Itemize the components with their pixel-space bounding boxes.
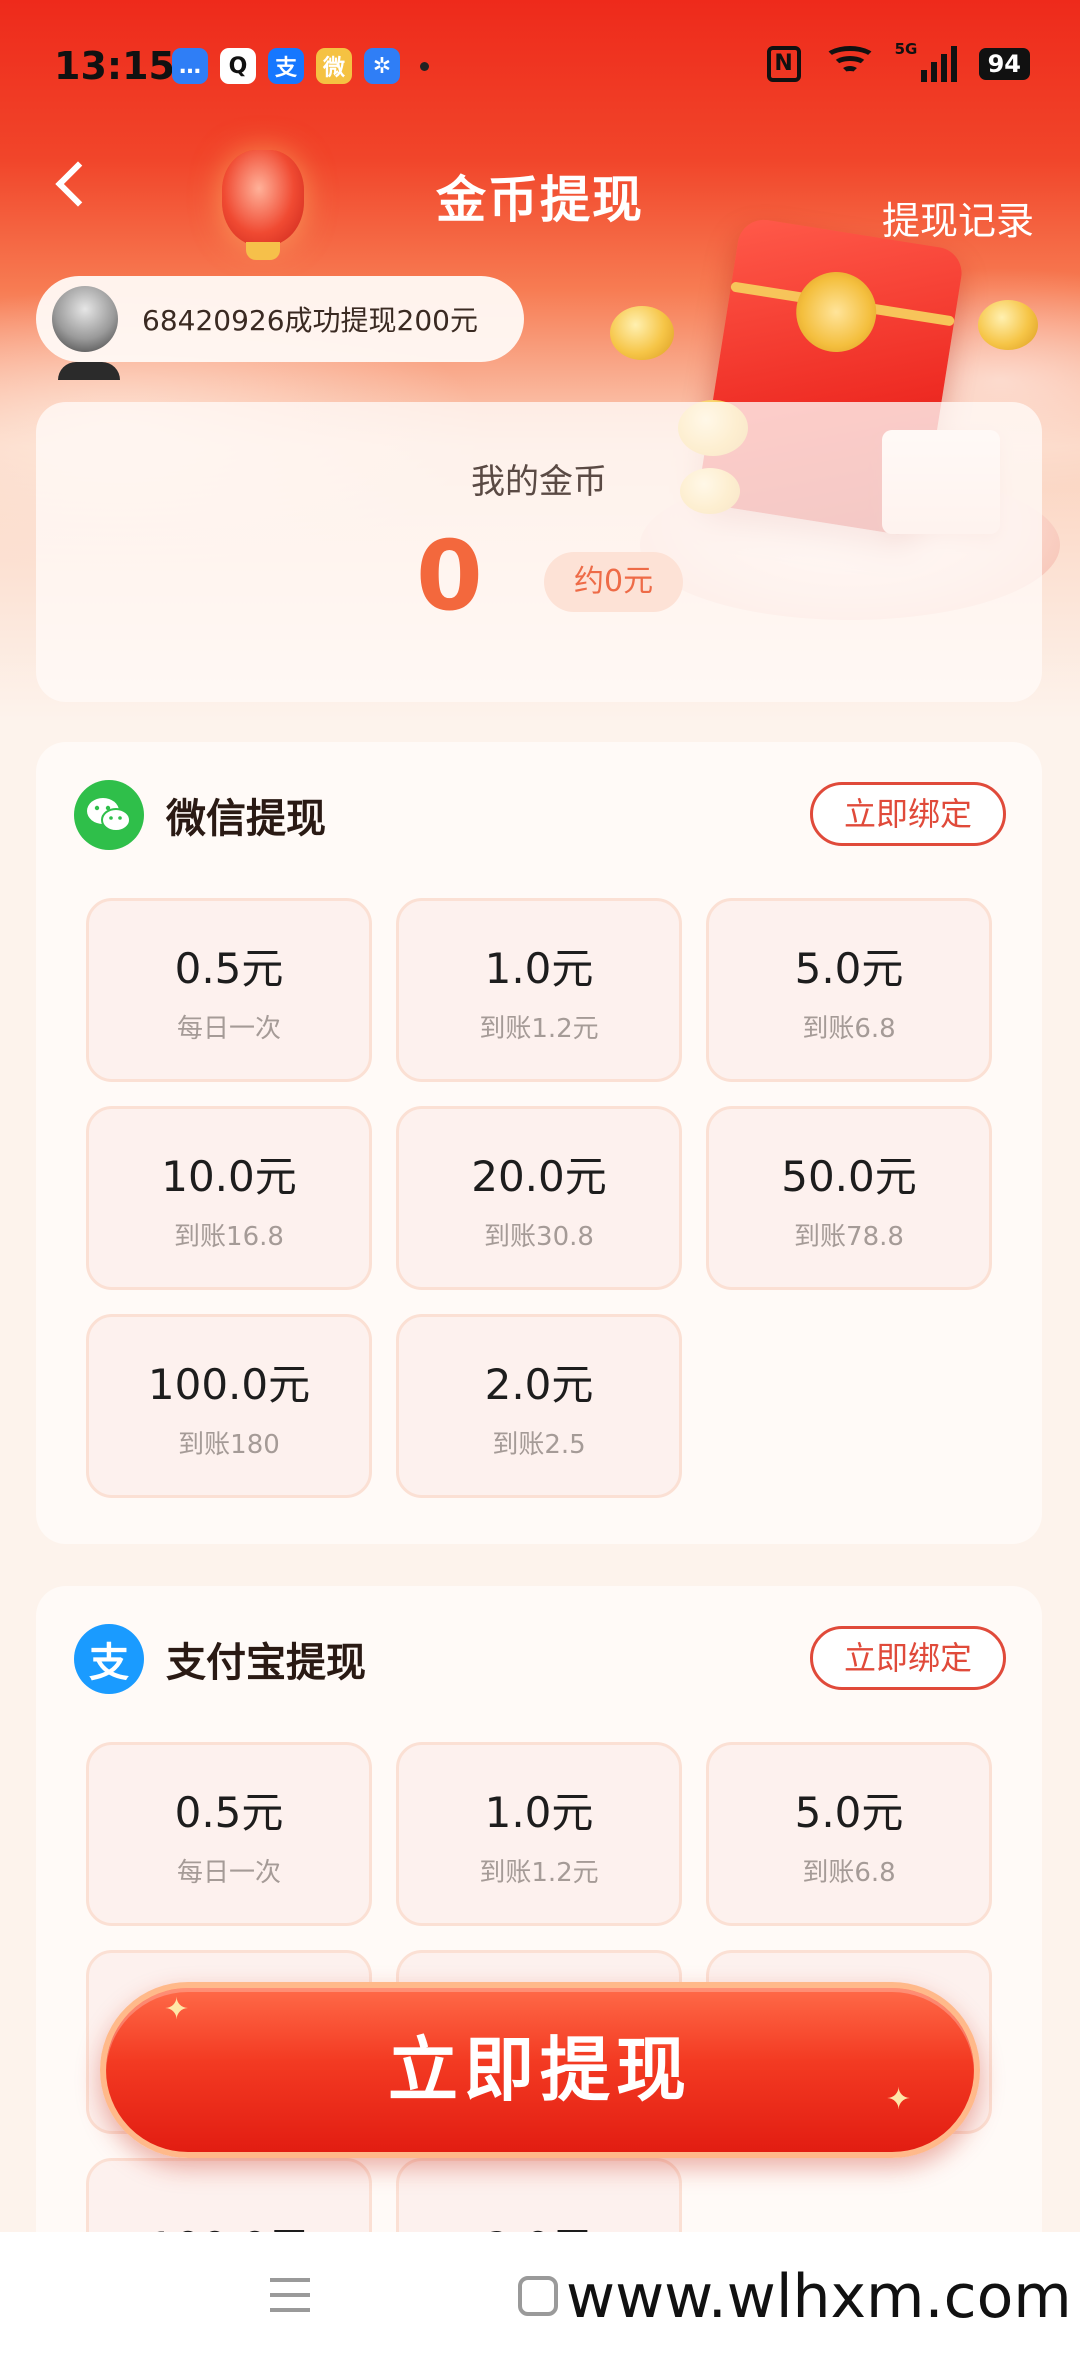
amount-note: 到账1.2元 <box>479 1014 599 1044</box>
coins-label: 我的金币 <box>471 462 607 502</box>
alipay-icon: 支 <box>74 1624 144 1694</box>
amount-note: 每日一次 <box>176 1858 281 1888</box>
sparkle-icon: ✦ <box>886 2082 912 2117</box>
amount-value: 2.0元 <box>484 1360 594 1409</box>
amount-value: 20.0元 <box>471 1152 607 1201</box>
section-title: 微信提现 <box>166 796 326 842</box>
notification-icons: … Q 支微 ✲ <box>172 48 429 84</box>
withdraw-now-button[interactable]: 立即提现 <box>100 1982 980 2158</box>
wechat-bind-button[interactable]: 立即绑定 <box>810 782 1006 846</box>
amount-value: 100.0元 <box>147 1360 311 1409</box>
amount-note: 到账180 <box>178 1430 280 1460</box>
section-title: 支付宝提现 <box>166 1640 366 1686</box>
home-icon[interactable] <box>518 2276 558 2316</box>
next-ticker-avatar <box>58 362 120 380</box>
coin-decoration <box>978 300 1038 350</box>
amount-value: 1.0元 <box>484 1788 594 1837</box>
system-indicators: N 5G 94 <box>766 40 1030 82</box>
alipay-withdraw-section: 支 支付宝提现 立即绑定 0.5元 每日一次 1.0元 到账1.2元 5.0元 到账6.8… <box>36 1586 1042 2342</box>
amount-option[interactable]: 20.0元到账30.8 <box>396 1106 682 1290</box>
amount-note: 到账16.8 <box>174 1222 284 1252</box>
amount-value: 50.0元 <box>781 1152 917 1201</box>
amount-option[interactable]: 2.0元到账2.5 <box>396 1314 682 1498</box>
amount-note: 到账6.8 <box>802 1014 896 1044</box>
section-header: 微信提现 <box>74 780 326 850</box>
amount-note: 到账1.2元 <box>479 1858 599 1888</box>
amount-note: 到账78.8 <box>794 1222 904 1252</box>
amount-option[interactable]: 0.5元每日一次 <box>86 898 372 1082</box>
amount-value: 10.0元 <box>161 1152 297 1201</box>
watermark: www.wlhxm.com <box>560 2262 1078 2332</box>
message-icon: … <box>172 48 208 84</box>
status-time: 13:15 <box>54 44 175 88</box>
amount-value: 0.5元 <box>174 944 284 993</box>
amount-option[interactable]: 0.5元每日一次 <box>86 1742 372 1926</box>
coins-value: 0 <box>416 520 483 632</box>
coin-decoration <box>610 306 674 360</box>
alipay-icon: 支 <box>268 48 304 84</box>
amount-note: 到账6.8 <box>802 1858 896 1888</box>
cellular-signal-icon: 5G <box>895 40 957 82</box>
amount-option[interactable]: 50.0元到账78.8 <box>706 1106 992 1290</box>
amount-note: 到账30.8 <box>484 1222 594 1252</box>
battery-indicator: 94 <box>978 48 1030 80</box>
amount-option[interactable]: 10.0元到账16.8 <box>86 1106 372 1290</box>
alipay-bind-button[interactable]: 立即绑定 <box>810 1626 1006 1690</box>
nfc-icon: N <box>766 46 801 82</box>
qq-icon: Q <box>220 48 256 84</box>
wifi-icon <box>822 46 877 82</box>
pinwheel-icon: ✲ <box>364 48 400 84</box>
avatar <box>52 286 118 352</box>
amount-option[interactable]: 5.0元到账6.8 <box>706 898 992 1082</box>
coins-approx-value: 约0元 <box>544 552 684 612</box>
amount-option[interactable]: 100.0元到账180 <box>86 1314 372 1498</box>
withdraw-ticker: 68420926成功提现200元 <box>36 276 524 362</box>
status-bar: 13:15 … Q 支微 ✲ N 5G 94 <box>0 0 1080 130</box>
amount-value: 1.0元 <box>484 944 594 993</box>
amount-note: 到账2.5 <box>492 1430 586 1460</box>
sparkle-icon: ✦ <box>164 1992 190 2027</box>
amount-value: 5.0元 <box>794 944 904 993</box>
more-notifications-dot <box>420 61 429 71</box>
withdraw-history-link[interactable]: 提现记录 <box>882 190 1034 245</box>
wechat-amount-grid: 0.5元 每日一次 1.0元 到账1.2元 5.0元 到账6.8 10.0元 到账16.8 20… <box>86 898 992 1498</box>
network-type-label: 5G <box>894 40 918 58</box>
amount-option[interactable]: 5.0元到账6.8 <box>706 1742 992 1926</box>
amount-value: 5.0元 <box>794 1788 904 1837</box>
recent-apps-icon[interactable] <box>270 2278 310 2312</box>
wechat-withdraw-section: 微信提现 立即绑定 0.5元 每日一次 1.0元 到账1.2元 5.0元 到账6.8 10.… <box>36 742 1042 1544</box>
section-header: 支 支付宝提现 <box>74 1624 366 1694</box>
wechat-icon <box>74 780 144 850</box>
amount-note: 每日一次 <box>176 1014 281 1044</box>
ticker-text: 68420926成功提现200元 <box>142 304 478 337</box>
weibo-icon: 微 <box>316 48 352 84</box>
amount-value: 0.5元 <box>174 1788 284 1837</box>
amount-option[interactable]: 1.0元到账1.2元 <box>396 898 682 1082</box>
amount-option[interactable]: 1.0元到账1.2元 <box>396 1742 682 1926</box>
my-coins-card: 我的金币 0 约0元 <box>36 402 1042 702</box>
